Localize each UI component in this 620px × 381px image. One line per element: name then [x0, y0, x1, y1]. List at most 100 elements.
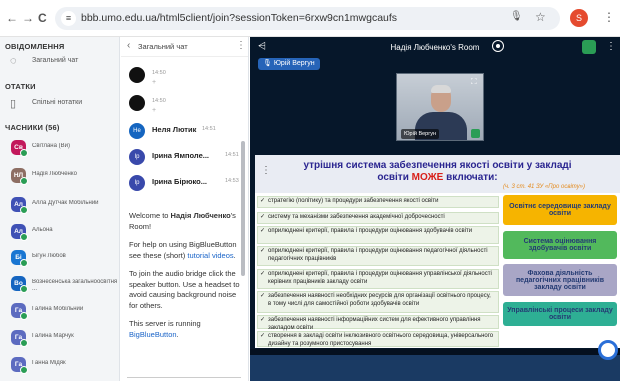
- chat-placeholder-icon: +: [152, 79, 157, 86]
- category-box: Управлінські процеси закладу освіти: [503, 302, 617, 326]
- presenter-name: Юрій Вергун: [273, 60, 315, 67]
- back-arrow-icon[interactable]: ←: [6, 10, 18, 26]
- user-name: Надія Любченко: [32, 171, 77, 177]
- tutorial-videos-link[interactable]: tutorial videos: [187, 251, 233, 260]
- meeting-top-bar: ⩤ Надія Любченко's Room ⋮: [250, 37, 620, 59]
- slide-title-pre: освіти: [377, 172, 412, 183]
- slide-title-emphasis: МОЖЕ: [411, 172, 444, 183]
- server-text: This server is running: [129, 319, 201, 328]
- user-avatar: Бі: [11, 250, 28, 267]
- reload-icon[interactable]: C: [38, 10, 47, 26]
- user-row[interactable]: Га Галина Марчук: [0, 327, 119, 353]
- browser-menu-icon[interactable]: ⋮: [603, 10, 615, 24]
- forward-arrow-icon[interactable]: →: [22, 10, 34, 26]
- mic-icon: 🎙: [263, 60, 272, 67]
- options-menu-icon[interactable]: ⋮: [606, 41, 616, 52]
- user-row[interactable]: Ал Алла Дутчак Мобільний: [0, 194, 119, 220]
- chat-bubble-icon: ◌: [10, 55, 17, 67]
- user-row[interactable]: Га Галина Мобільний: [0, 300, 119, 326]
- recording-indicator-icon[interactable]: [492, 40, 504, 52]
- chat-time: 14:51: [225, 152, 239, 158]
- presentation-area: ⩤ Надія Любченко's Room ⋮ 🎙 Юрій Вергун …: [250, 37, 620, 381]
- criterion-item: оприлюднені критерії, правила і процедур…: [257, 246, 499, 266]
- room-title: Надія Любченко's Room: [390, 43, 480, 52]
- chat-placeholder-icon: +: [152, 107, 157, 114]
- chat-time: 14:50: [152, 98, 166, 104]
- address-bar[interactable]: ≡ bbb.umo.edu.ua/html5client/join?sessio…: [55, 7, 560, 30]
- chat-avatar: [129, 67, 145, 83]
- fullscreen-icon[interactable]: ⛶: [471, 77, 477, 87]
- chat-title: Загальний чат: [138, 42, 188, 51]
- user-mic-icon: [20, 206, 28, 214]
- webcam-person-hair: [431, 85, 451, 93]
- user-mic-icon: [20, 339, 28, 347]
- presentation-slide: ⋮ утрішня система забезпечення якості ос…: [255, 155, 620, 348]
- site-info-icon[interactable]: ≡: [61, 11, 76, 26]
- public-chat-link[interactable]: ◌ Загальний чат: [10, 53, 118, 71]
- user-avatar: Ал: [11, 197, 28, 214]
- user-row[interactable]: Бі Бігун Любов: [0, 247, 119, 273]
- chat-avatar-initials: Не: [133, 128, 141, 134]
- profile-avatar[interactable]: S: [570, 9, 588, 27]
- criterion-item: оприлюднені критерії, правила і процедур…: [257, 269, 499, 289]
- criterion-item: забезпечення наявності інформаційних сис…: [257, 315, 499, 331]
- user-avatar: Га: [11, 330, 28, 347]
- connection-status-icon[interactable]: [582, 40, 596, 54]
- chat-avatar: [129, 95, 145, 111]
- user-mic-icon: [20, 177, 28, 185]
- notes-section-title: ОТАТКИ: [5, 82, 36, 91]
- user-name: Альона: [32, 227, 53, 233]
- public-chat-label: Загальний чат: [32, 57, 79, 64]
- shared-notes-link[interactable]: ▯ Спільні нотатки: [10, 95, 118, 113]
- user-mic-icon: [20, 312, 28, 320]
- bigbluebutton-link[interactable]: BigBlueButton: [129, 330, 177, 339]
- chat-avatar-initials: Ір: [134, 180, 140, 186]
- notes-icon: ▯: [10, 98, 17, 110]
- chat-time: 14:50: [152, 70, 166, 76]
- user-mic-icon: [20, 259, 28, 267]
- microphone-icon[interactable]: 🎙: [510, 11, 523, 22]
- slide-title-band: ⋮ утрішня система забезпечення якості ос…: [255, 155, 620, 193]
- actions-button[interactable]: [598, 340, 618, 360]
- chat-message: Ір Ірина Бірюко... 14:53: [129, 175, 247, 197]
- chat-header: ‹ Загальний чат ⋮: [121, 37, 248, 57]
- chat-options-icon[interactable]: ⋮: [236, 40, 246, 51]
- user-row[interactable]: Св Світлана (Ви): [0, 137, 119, 163]
- chat-scrollbar[interactable]: [241, 141, 245, 276]
- webcam-user-label: Юрій Вергун: [401, 129, 440, 139]
- user-avatar: Св: [11, 140, 28, 157]
- slide-title-post: включати:: [443, 172, 498, 183]
- chevron-left-icon[interactable]: ‹: [127, 40, 130, 51]
- welcome-message: Welcome to Надія Любченко's Room! For he…: [129, 211, 241, 348]
- user-row[interactable]: Га Ганна Мідяк: [0, 354, 119, 380]
- browser-toolbar: ← → C ≡ bbb.umo.edu.ua/html5client/join?…: [0, 0, 620, 37]
- slide-reference: (ч. 3 ст. 41 ЗУ «Про освіту»): [503, 184, 585, 190]
- user-name: Галина Марчук: [32, 333, 74, 339]
- user-row[interactable]: НЛ Надія Любченко: [0, 165, 119, 191]
- criterion-item: систему та механізми забезпечення академ…: [257, 212, 499, 224]
- chat-avatar-initials: Ір: [134, 154, 140, 160]
- criterion-item: стратегію (політику) та процедури забезп…: [257, 196, 499, 208]
- bookmark-star-icon[interactable]: ☆: [535, 10, 546, 24]
- user-row[interactable]: Ал Альона: [0, 221, 119, 247]
- server-suffix: .: [176, 329, 179, 339]
- user-avatar: Во: [11, 276, 28, 293]
- user-sidebar: ОВІДОМЛЕННЯ ◌ Загальний чат ОТАТКИ ▯ Спі…: [0, 37, 120, 381]
- welcome-prefix: Welcome to: [129, 211, 171, 220]
- help-suffix: .: [233, 250, 236, 260]
- users-section-title: ЧАСНИКИ (56): [5, 123, 60, 132]
- chat-input-area[interactable]: [127, 377, 241, 381]
- chat-sender: Неля Лютик: [152, 125, 197, 134]
- url-text[interactable]: bbb.umo.edu.ua/html5client/join?sessionT…: [81, 12, 397, 24]
- presenter-badge: 🎙 Юрій Вергун: [258, 58, 320, 70]
- user-name: Ганна Мідяк: [32, 360, 66, 366]
- audio-instructions: To join the audio bridge click the speak…: [129, 269, 240, 310]
- chat-message: Ір Ірина Ямполе... 14:51: [129, 149, 247, 171]
- user-row[interactable]: Во Вознесенська загальноосвітня ...: [0, 273, 119, 299]
- user-mic-icon: [20, 233, 28, 241]
- chat-message: 14:50 +: [129, 95, 247, 117]
- user-name: Алла Дутчак Мобільний: [32, 200, 99, 206]
- user-name: Світлана (Ви): [32, 143, 70, 149]
- chat-sender: Ірина Ямполе...: [152, 151, 210, 160]
- webcam-video[interactable]: ⛶ Юрій Вергун: [396, 73, 484, 141]
